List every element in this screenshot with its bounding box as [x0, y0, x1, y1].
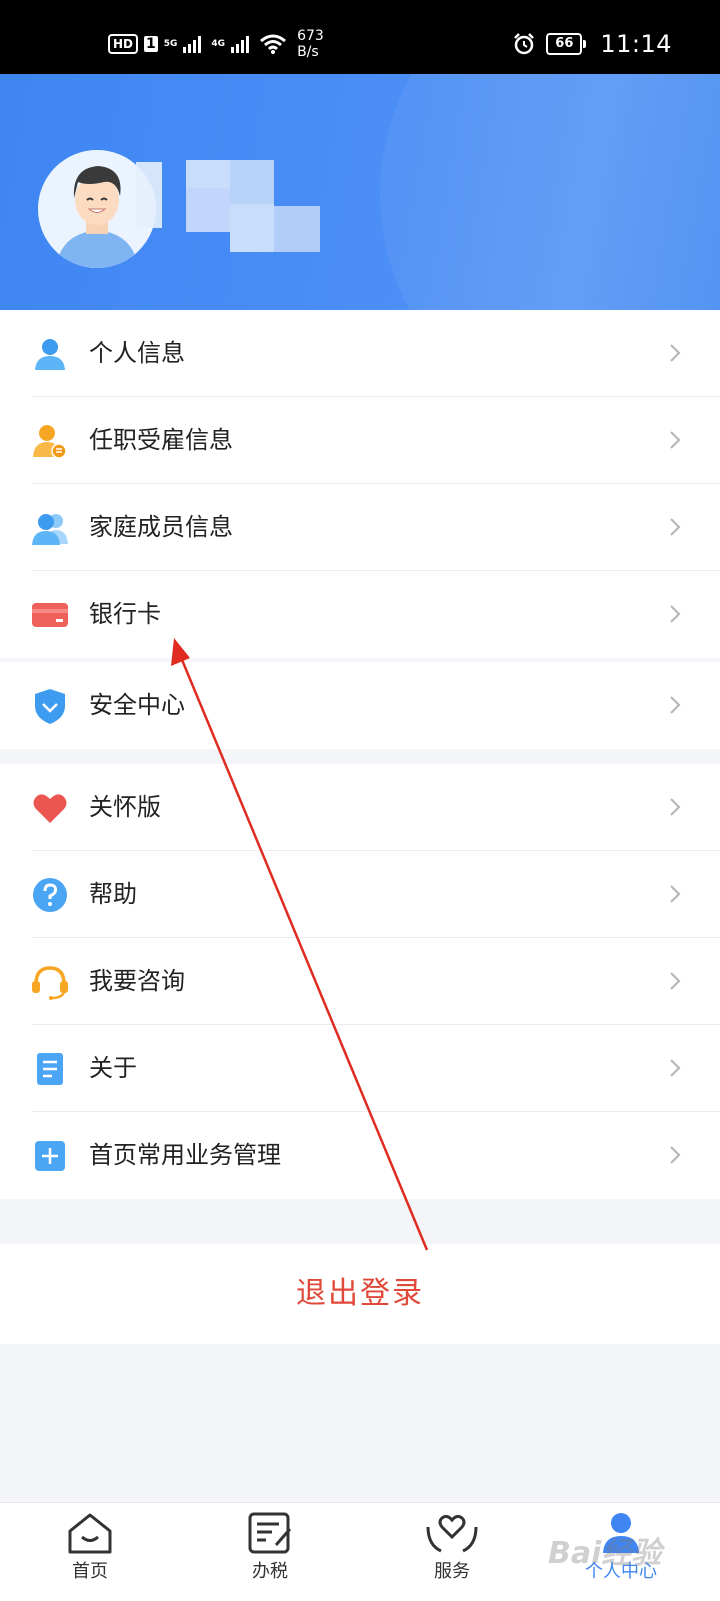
logout-button[interactable]: 退出登录 [0, 1244, 720, 1344]
profile-header [0, 74, 720, 310]
plus-icon [35, 1141, 65, 1171]
menu-item-bank-card[interactable]: 银行卡 [0, 571, 720, 658]
menu-label: 关于 [89, 1054, 137, 1082]
tab-label: 办税 [252, 1561, 288, 1582]
menu-label: 关怀版 [89, 793, 161, 821]
menu-group-security: 安全中心 [0, 662, 720, 749]
menu-label: 任职受雇信息 [89, 426, 233, 454]
clock: 11:14 [600, 30, 672, 58]
menu-group-other: 关怀版 帮助 我要咨询 关于 首页常用业务管理 [0, 764, 720, 1199]
headset-icon [32, 966, 68, 1000]
signal-icon [183, 36, 202, 53]
menu-label: 帮助 [89, 880, 137, 908]
chevron-right-icon [670, 972, 681, 990]
menu-label: 家庭成员信息 [89, 513, 233, 541]
chevron-right-icon [670, 1059, 681, 1077]
status-bar: HD 1 5G 4G 673 B/s 66 11:14 [0, 0, 720, 74]
chevron-right-icon [670, 1146, 681, 1164]
menu-label: 个人信息 [89, 339, 185, 367]
chevron-right-icon [670, 344, 681, 362]
menu-item-care-version[interactable]: 关怀版 [0, 764, 720, 851]
menu-item-home-business-mgmt[interactable]: 首页常用业务管理 [0, 1112, 720, 1199]
menu-item-about[interactable]: 关于 [0, 1025, 720, 1112]
menu-label: 安全中心 [89, 691, 185, 719]
menu-label: 首页常用业务管理 [89, 1141, 281, 1169]
header-decoration [380, 74, 720, 310]
shield-icon [35, 689, 65, 724]
document-icon [37, 1053, 63, 1085]
alarm-icon [514, 33, 535, 55]
signal-icon [231, 36, 250, 53]
net-speed: 673 B/s [297, 28, 324, 60]
menu-label: 银行卡 [89, 600, 161, 628]
wifi-icon [260, 34, 287, 54]
network-4g-label: 4G [211, 39, 226, 49]
chevron-right-icon [670, 431, 681, 449]
menu-item-employment-info[interactable]: 任职受雇信息 [0, 397, 720, 484]
menu-item-consult[interactable]: 我要咨询 [0, 938, 720, 1025]
network-5g-label: 5G [163, 39, 178, 49]
chevron-right-icon [670, 798, 681, 816]
battery-indicator: 66 [546, 33, 587, 55]
heart-icon [33, 794, 67, 823]
hd-indicator: HD [108, 34, 139, 54]
tab-label: 服务 [434, 1561, 470, 1582]
menu-label: 我要咨询 [89, 967, 185, 995]
person-icon [35, 339, 65, 370]
family-icon [32, 514, 68, 545]
menu-item-personal-info[interactable]: 个人信息 [0, 310, 720, 397]
menu-group-personal: 个人信息 任职受雇信息 家庭成员信息 银行卡 [0, 310, 720, 658]
tab-service[interactable]: 服务 [392, 1511, 512, 1583]
chevron-right-icon [670, 696, 681, 714]
sim-indicator: 1 [144, 36, 158, 52]
tab-tax[interactable]: 办税 [210, 1511, 330, 1583]
menu-item-help[interactable]: 帮助 [0, 851, 720, 938]
employment-icon [33, 425, 67, 459]
help-icon [33, 878, 67, 912]
menu-item-security-center[interactable]: 安全中心 [0, 662, 720, 749]
menu-item-family-info[interactable]: 家庭成员信息 [0, 484, 720, 571]
home-icon [68, 1513, 112, 1554]
tax-form-icon [248, 1512, 292, 1554]
service-heart-icon [426, 1514, 478, 1553]
watermark: Bai经验 [548, 1536, 662, 1571]
tab-label: 首页 [72, 1561, 108, 1582]
tab-home[interactable]: 首页 [30, 1511, 150, 1583]
bank-card-icon [32, 603, 68, 627]
chevron-right-icon [670, 518, 681, 536]
chevron-right-icon [670, 885, 681, 903]
chevron-right-icon [670, 605, 681, 623]
